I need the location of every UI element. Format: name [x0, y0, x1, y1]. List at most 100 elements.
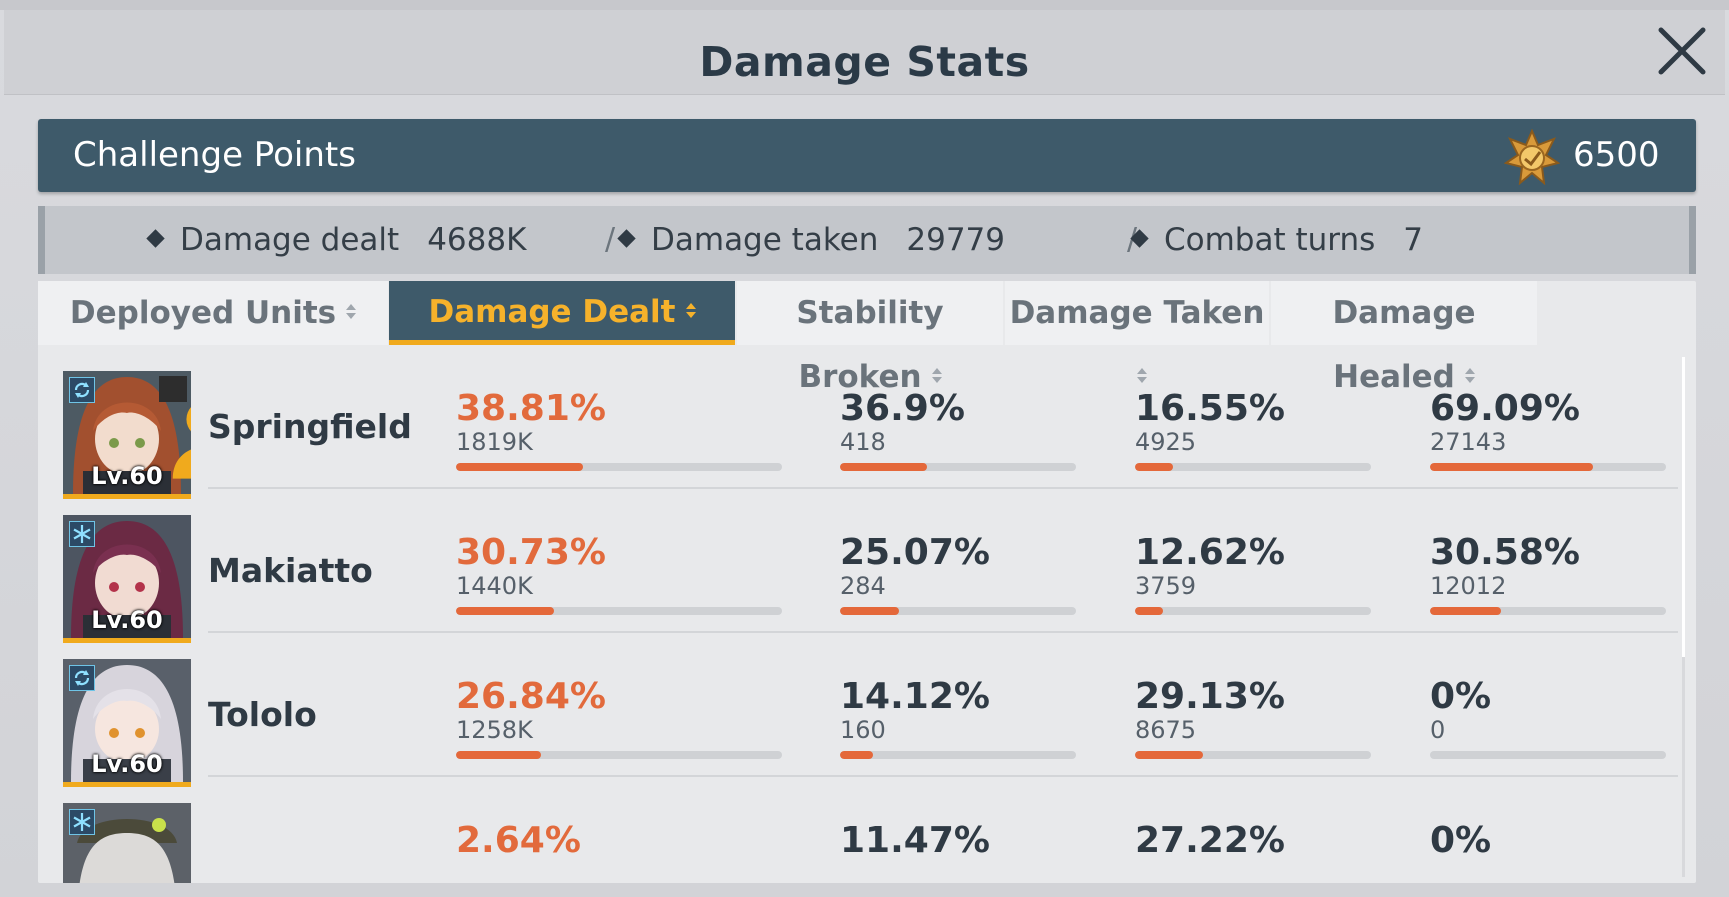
- title-bar: Damage Stats: [4, 10, 1725, 95]
- stat-bar-fill: [1135, 607, 1164, 615]
- table-row[interactable]: Lv.60 Tololo 26.84% 1258K 14.12% 160 29.…: [38, 633, 1678, 787]
- stat-damage-healed: 0% 0: [1430, 676, 1666, 759]
- stat-damage-taken: 29.13% 8675: [1135, 677, 1371, 759]
- close-icon: [1658, 27, 1706, 75]
- scrollbar[interactable]: [1682, 357, 1685, 877]
- tab-damage-taken[interactable]: Damage Taken: [1005, 281, 1269, 383]
- unit-list[interactable]: Lv.60 Springfield 38.81% 1819K 36.9% 418…: [38, 345, 1696, 883]
- diamond-icon: [1130, 229, 1149, 248]
- stat-value: 0: [1430, 716, 1446, 744]
- summary-value: 7: [1403, 222, 1424, 258]
- unit-level: Lv.60: [91, 606, 163, 634]
- sort-icon: [346, 304, 357, 319]
- unit-level: Lv.60: [91, 462, 163, 490]
- medal-icon: [1504, 129, 1560, 185]
- unit-level: Lv.60: [91, 750, 163, 778]
- stat-percent: 14.12%: [840, 676, 990, 717]
- stat-percent: 69.09%: [1430, 388, 1580, 429]
- summary-value: 29779: [906, 222, 1006, 258]
- stat-percent: 26.84%: [456, 676, 606, 717]
- unit-portrait: Lv.60: [63, 515, 191, 643]
- window-title: Damage Stats: [699, 38, 1030, 86]
- stat-value: 1440K: [456, 572, 533, 600]
- stat-damage-healed: 30.58% 12012: [1430, 532, 1666, 615]
- stat-percent: 0%: [1430, 676, 1492, 717]
- table-row[interactable]: Lv.60 Springfield 38.81% 1819K 36.9% 418…: [38, 345, 1678, 499]
- column-label: Damage Taken: [1009, 295, 1265, 331]
- unit-name: Springfield: [208, 407, 412, 446]
- stat-value: 1819K: [456, 428, 533, 456]
- stat-percent: 38.81%: [456, 388, 606, 429]
- stat-bar-fill: [1430, 463, 1593, 471]
- stat-bar: [1135, 607, 1371, 615]
- stat-percent: 30.58%: [1430, 532, 1580, 573]
- stat-bar-fill: [840, 751, 874, 759]
- stat-value: 4925: [1135, 428, 1197, 456]
- stat-bar: [456, 463, 782, 471]
- stat-bar-fill: [1135, 751, 1204, 759]
- stat-damage-healed: 69.09% 27143: [1430, 388, 1666, 471]
- stat-bar: [1135, 751, 1371, 759]
- unit-portrait: Lv.60: [63, 659, 191, 787]
- tab-deployed-units[interactable]: Deployed Units: [38, 281, 388, 345]
- stat-bar-fill: [840, 463, 928, 471]
- tab-stability-broken[interactable]: Stability Broken: [737, 281, 1003, 395]
- stat-value: 3759: [1135, 572, 1197, 600]
- summary-combat-turns: Combat turns 7: [1130, 206, 1424, 274]
- stat-bar-fill: [1430, 607, 1501, 615]
- tab-damage-dealt[interactable]: Damage Dealt: [389, 281, 735, 345]
- stat-damage-dealt: 30.73% 1440K: [456, 533, 782, 615]
- table-row[interactable]: 2.64% 11.47% 27.22% 0%: [38, 777, 1678, 883]
- stat-bar-fill: [456, 463, 584, 471]
- stat-bar: [1430, 463, 1666, 471]
- close-button[interactable]: [1656, 25, 1708, 77]
- stat-bar: [840, 463, 1076, 471]
- stat-percent: 12.62%: [1135, 532, 1285, 573]
- challenge-points-bar: Challenge Points 6500: [38, 119, 1696, 192]
- stat-value: 160: [840, 716, 886, 744]
- stats-table: Deployed Units Damage Dealt Stability Br…: [38, 281, 1696, 883]
- stat-stability-broken: 11.47%: [840, 821, 990, 861]
- stat-percent: 25.07%: [840, 532, 990, 573]
- stat-damage-taken: 27.22%: [1135, 821, 1285, 861]
- stat-stability-broken: 14.12% 160: [840, 676, 1076, 759]
- summary-label: Combat turns: [1164, 222, 1376, 258]
- stat-percent: 0%: [1430, 820, 1492, 861]
- squad-icon: [159, 376, 191, 479]
- stat-percent: 16.55%: [1135, 388, 1285, 429]
- unit-portrait: [63, 803, 191, 883]
- summary-bar: Damage dealt4688K / Damage taken29779 / …: [38, 206, 1696, 274]
- stat-bar: [456, 607, 782, 615]
- stat-percent: 36.9%: [840, 388, 965, 429]
- stat-bar: [840, 751, 1076, 759]
- column-label: Damage Dealt: [428, 294, 676, 330]
- stat-stability-broken: 25.07% 284: [840, 532, 1076, 615]
- stat-bar: [1135, 463, 1371, 471]
- summary-damage-taken: Damage taken 29779: [617, 206, 1006, 274]
- stats-panel: Challenge Points 6500 Damage dealt 4688K …: [38, 104, 1696, 884]
- stat-damage-taken: 16.55% 4925: [1135, 388, 1371, 471]
- stat-percent: 11.47%: [840, 820, 990, 861]
- stat-value: 1258K: [456, 716, 533, 744]
- tab-damage-healed[interactable]: Damage Healed: [1271, 281, 1537, 395]
- stat-bar: [1430, 607, 1666, 615]
- stat-value: 8675: [1135, 716, 1197, 744]
- table-header: Deployed Units Damage Dealt Stability Br…: [38, 281, 1696, 395]
- stat-bar: [840, 607, 1076, 615]
- diamond-icon: [146, 229, 165, 248]
- stat-value: 12012: [1430, 572, 1507, 600]
- frame-top: [0, 0, 1729, 10]
- summary-value: 4688K: [427, 222, 527, 258]
- scrollbar-thumb[interactable]: [1682, 357, 1685, 657]
- table-row[interactable]: Lv.60 Makiatto 30.73% 1440K 25.07% 284 1…: [38, 489, 1678, 643]
- snowflake-icon: [69, 809, 95, 835]
- summary-label: Damage taken: [651, 222, 879, 258]
- sort-icon: [685, 303, 696, 318]
- summary-separator: /: [605, 222, 616, 257]
- stat-bar-fill: [456, 607, 554, 615]
- snowflake-icon: [69, 521, 95, 547]
- challenge-points-label: Challenge Points: [73, 135, 356, 175]
- stat-percent: 2.64%: [456, 820, 581, 861]
- unit-portrait: Lv.60: [63, 371, 191, 499]
- stat-value: 418: [840, 428, 886, 456]
